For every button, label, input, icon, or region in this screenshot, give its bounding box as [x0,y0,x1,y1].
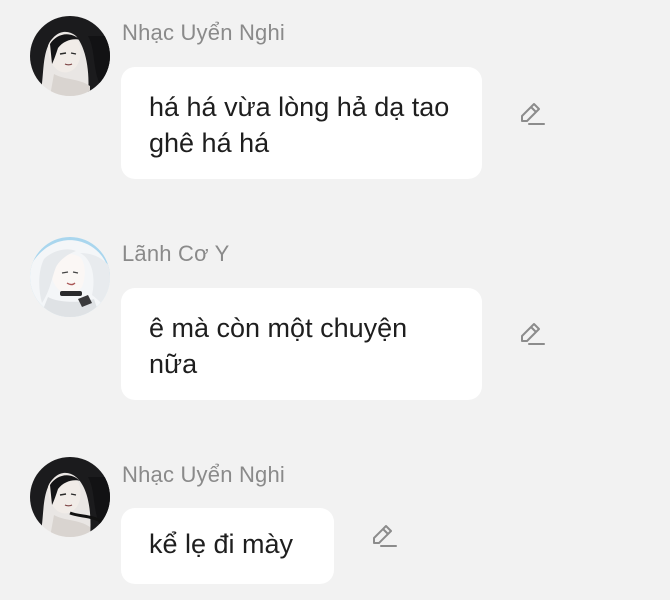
message-text: há há vừa lòng hả dạ tao ghê há há [149,92,450,158]
sender-name: Nhạc Uyển Nghi [122,20,285,45]
avatar-white-hair-icon [30,237,110,317]
sender-name: Nhạc Uyển Nghi [122,462,285,487]
message-bubble: kể lẹ đi mày [121,508,334,584]
pencil-edit-icon[interactable] [517,99,547,129]
chat-thread: Nhạc Uyển Nghi há há vừa lòng hả dạ tao … [0,0,670,600]
pencil-edit-icon[interactable] [369,521,399,551]
message-bubble: ê mà còn một chuyện nữa [121,288,482,400]
message-text: kể lẹ đi mày [149,529,294,559]
avatar-dark-hair-icon [30,457,110,537]
avatar[interactable] [30,16,110,96]
avatar[interactable] [30,457,110,537]
message-bubble: há há vừa lòng hả dạ tao ghê há há [121,67,482,179]
sender-name: Lãnh Cơ Y [122,241,230,266]
avatar[interactable] [30,237,110,317]
message-text: ê mà còn một chuyện nữa [149,313,408,379]
avatar-dark-hair-icon [30,16,110,96]
pencil-edit-icon[interactable] [517,319,547,349]
